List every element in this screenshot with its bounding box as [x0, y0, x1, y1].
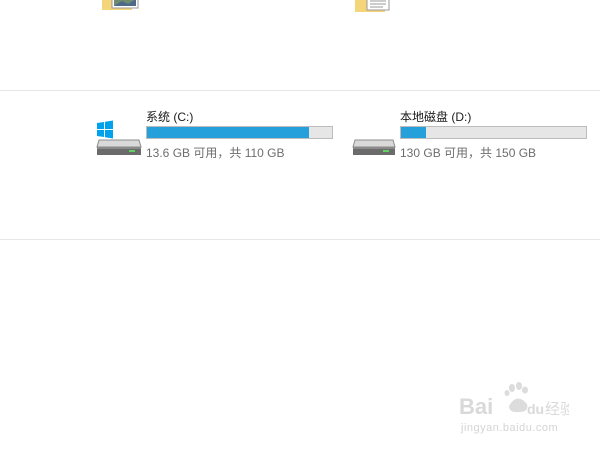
- drive-label: 本地磁盘 (D:): [400, 110, 472, 124]
- hard-drive-icon: [349, 120, 397, 160]
- documents-folder-icon[interactable]: [355, 0, 395, 14]
- drive-usage-fill: [147, 127, 310, 138]
- drive-d-tile[interactable]: 本地磁盘 (D:) 130 GB 可用，共 150 GB: [349, 108, 594, 162]
- this-pc-view: 系统 (C:) 13.6 GB 可用，共 110 GB 本地磁盘 (D:) 13…: [0, 0, 600, 450]
- watermark-url: jingyan.baidu.com: [461, 422, 559, 434]
- section-divider: [0, 90, 600, 91]
- windows-system-drive-icon: [95, 120, 143, 160]
- svg-text:经验: 经验: [545, 400, 569, 418]
- drive-free-space: 13.6 GB 可用，共 110 GB: [146, 146, 285, 160]
- drive-free-space: 130 GB 可用，共 150 GB: [400, 146, 537, 160]
- drive-usage-bar: [400, 126, 587, 139]
- svg-text:du: du: [527, 401, 544, 417]
- drive-usage-fill: [401, 127, 426, 138]
- svg-text:Bai: Bai: [459, 394, 493, 418]
- baidu-logo: Bai du 经验: [457, 382, 575, 419]
- pictures-folder-icon[interactable]: [100, 0, 140, 14]
- baidu-jingyan-watermark: Bai du 经验 jingyan.baidu.com: [455, 382, 595, 442]
- drive-usage-bar: [146, 126, 333, 139]
- drive-c-tile[interactable]: 系统 (C:) 13.6 GB 可用，共 110 GB: [95, 108, 340, 162]
- drive-label: 系统 (C:): [146, 110, 194, 124]
- section-divider: [0, 239, 600, 240]
